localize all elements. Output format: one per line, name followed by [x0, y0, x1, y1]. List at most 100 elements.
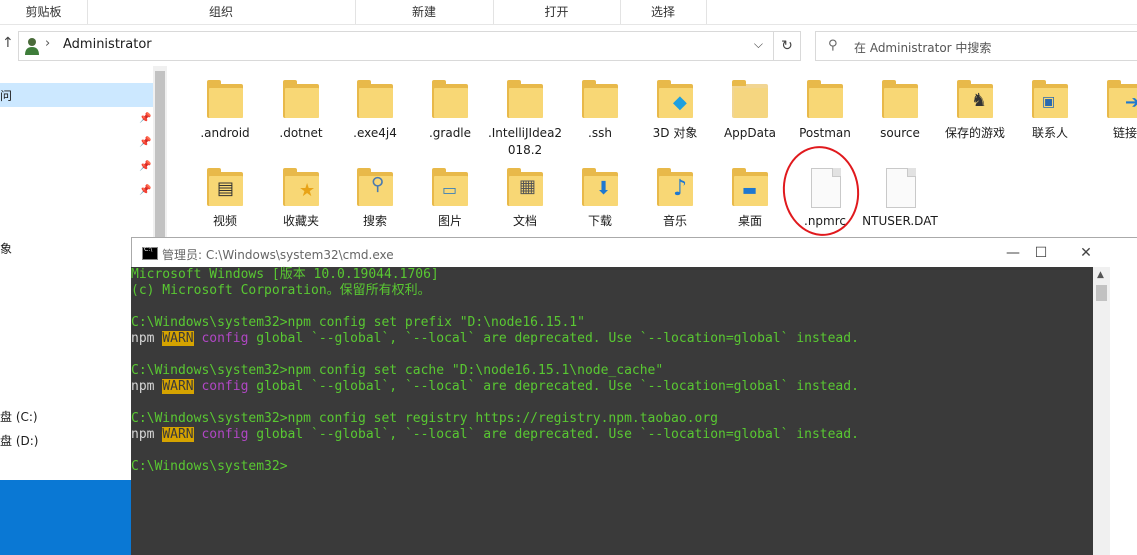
console-line: Microsoft Windows [版本 10.0.19044.1706] [131, 267, 439, 282]
console-blank [131, 443, 1093, 459]
folder-item[interactable]: ⚲ 搜索 [336, 166, 414, 230]
config-text: config [201, 331, 249, 346]
ribbon-group-clipboard[interactable]: 剪贴板 [0, 0, 88, 24]
warning-text: global `--global`, `--local` are depreca… [248, 379, 859, 394]
chevron-down-icon[interactable]: ⌵ [754, 37, 763, 52]
folder-item[interactable]: ➔ 链接 [1086, 78, 1137, 142]
cmd-right-edge [1110, 267, 1137, 555]
maximize-button[interactable]: ☐ [1018, 242, 1064, 264]
console-warning: npm WARN config global `--global`, `--lo… [131, 379, 1093, 395]
folder-label: .exe4j4 [353, 126, 397, 140]
cmd-title-bar[interactable]: 管理员: C:\Windows\system32\cmd.exe — ☐ ✕ [131, 237, 1137, 268]
ribbon-group-organize[interactable]: 组织 [87, 0, 356, 24]
console-line: (c) Microsoft Corporation。保留所有权利。 [131, 283, 431, 298]
ribbon: 剪贴板 组织 新建 打开 选择 [0, 0, 1137, 25]
folder-label: Postman [799, 126, 851, 140]
breadcrumb-current[interactable]: Administrator [63, 37, 152, 52]
folder-icon [503, 78, 547, 122]
cmd-scrollbar[interactable]: ▲ [1093, 267, 1110, 555]
folder-item[interactable]: source [861, 78, 939, 142]
scroll-up-icon[interactable]: ▲ [1097, 270, 1104, 280]
folder-label: 音乐 [662, 214, 687, 228]
warning-text: global `--global`, `--local` are depreca… [248, 427, 859, 442]
ribbon-group-open[interactable]: 打开 [493, 0, 621, 24]
nav-item-drive-d[interactable]: 盘 (D:) [0, 432, 38, 449]
folder-item[interactable]: ♪ 音乐 [636, 166, 714, 230]
warn-badge: WARN [162, 379, 194, 394]
music-folder-icon: ♪ [653, 166, 697, 210]
folder-item[interactable]: .IntelliJIdea2018.2 [486, 78, 564, 159]
console-output[interactable]: Microsoft Windows [版本 10.0.19044.1706] (… [131, 267, 1093, 555]
search-box[interactable]: ⚲ 在 Administrator 中搜索 [815, 31, 1137, 61]
folder-icon [578, 78, 622, 122]
npm-text: npm [131, 379, 155, 394]
videos-folder-icon: ▤ [203, 166, 247, 210]
folder-item[interactable]: ★ 收藏夹 [262, 166, 340, 230]
downloads-folder-icon: ⬇ [578, 166, 622, 210]
pin-icon[interactable]: 📌 [139, 161, 151, 172]
nav-item-quick-access[interactable]: 问 [0, 87, 12, 104]
folder-icon [353, 78, 397, 122]
file-item[interactable]: NTUSER.DAT [861, 166, 939, 230]
folder-label: 桌面 [737, 214, 762, 228]
3d-objects-folder-icon: ◆ [653, 78, 697, 122]
folder-label: 图片 [437, 214, 462, 228]
ribbon-group-new[interactable]: 新建 [355, 0, 494, 24]
folder-label: 下载 [587, 214, 612, 228]
folder-item[interactable]: .ssh [561, 78, 639, 142]
folder-item[interactable]: ◆ 3D 对象 [636, 78, 714, 142]
npm-text: npm [131, 331, 155, 346]
user-folder-icon [25, 38, 39, 55]
folder-item[interactable]: ▤ 视频 [186, 166, 264, 230]
folder-label: 搜索 [362, 214, 387, 228]
folder-item[interactable]: .exe4j4 [336, 78, 414, 142]
cmd-scrollbar-thumb[interactable] [1096, 285, 1107, 301]
console-blank [131, 347, 1093, 363]
folder-label: .gradle [428, 126, 472, 140]
console-command: C:\Windows\system32>npm config set prefi… [131, 315, 585, 330]
nav-item-3d-objects[interactable]: 象 [0, 240, 12, 257]
folder-item[interactable]: Postman [786, 78, 864, 142]
pin-icon[interactable]: 📌 [139, 185, 151, 196]
up-arrow-icon[interactable]: ↑ [2, 35, 14, 51]
cmd-title: 管理员: C:\Windows\system32\cmd.exe [162, 248, 394, 262]
console-warning: npm WARN config global `--global`, `--lo… [131, 331, 1093, 347]
folder-icon [203, 78, 247, 122]
file-label: NTUSER.DAT [862, 214, 938, 228]
folder-label: 收藏夹 [282, 214, 319, 228]
config-text: config [201, 379, 249, 394]
pictures-folder-icon: ▭ [428, 166, 472, 210]
folder-item[interactable]: AppData [711, 78, 789, 142]
folder-item[interactable]: ▦ 文档 [486, 166, 564, 230]
folder-item[interactable]: .android [186, 78, 264, 142]
warn-badge: WARN [162, 331, 194, 346]
folder-icon [428, 78, 472, 122]
folder-item[interactable]: ▬ 桌面 [711, 166, 789, 230]
folder-label: AppData [723, 126, 777, 140]
folder-item[interactable]: .gradle [411, 78, 489, 142]
folder-item[interactable]: .dotnet [262, 78, 340, 142]
address-row: ↑ › Administrator ⌵ ↻ ⚲ 在 Administrator … [0, 28, 1137, 62]
close-button[interactable]: ✕ [1063, 242, 1109, 264]
console-prompt: C:\Windows\system32> [131, 459, 288, 474]
nav-item-drive-c[interactable]: 盘 (C:) [0, 408, 38, 425]
folder-icon [878, 78, 922, 122]
folder-item[interactable]: ♞ 保存的游戏 [936, 78, 1014, 142]
nav-item-selected[interactable] [0, 83, 153, 107]
folder-label: 3D 对象 [652, 126, 698, 140]
search-placeholder: 在 Administrator 中搜索 [854, 41, 992, 55]
pin-icon[interactable]: 📌 [139, 113, 151, 124]
ribbon-group-select[interactable]: 选择 [620, 0, 707, 24]
searches-folder-icon: ⚲ [353, 166, 397, 210]
npm-text: npm [131, 427, 155, 442]
folder-item[interactable]: ▣ 联系人 [1011, 78, 1089, 142]
cmd-window: 管理员: C:\Windows\system32\cmd.exe — ☐ ✕ M… [131, 237, 1137, 555]
refresh-button[interactable]: ↻ [773, 31, 801, 61]
folder-item[interactable]: ⬇ 下载 [561, 166, 639, 230]
console-command: C:\Windows\system32>npm config set cache… [131, 363, 664, 378]
favorites-folder-icon: ★ [279, 166, 323, 210]
address-bar[interactable]: › Administrator ⌵ [18, 31, 774, 61]
pin-icon[interactable]: 📌 [139, 137, 151, 148]
folder-item[interactable]: ▭ 图片 [411, 166, 489, 230]
folder-label: .IntelliJIdea2018.2 [487, 126, 563, 157]
